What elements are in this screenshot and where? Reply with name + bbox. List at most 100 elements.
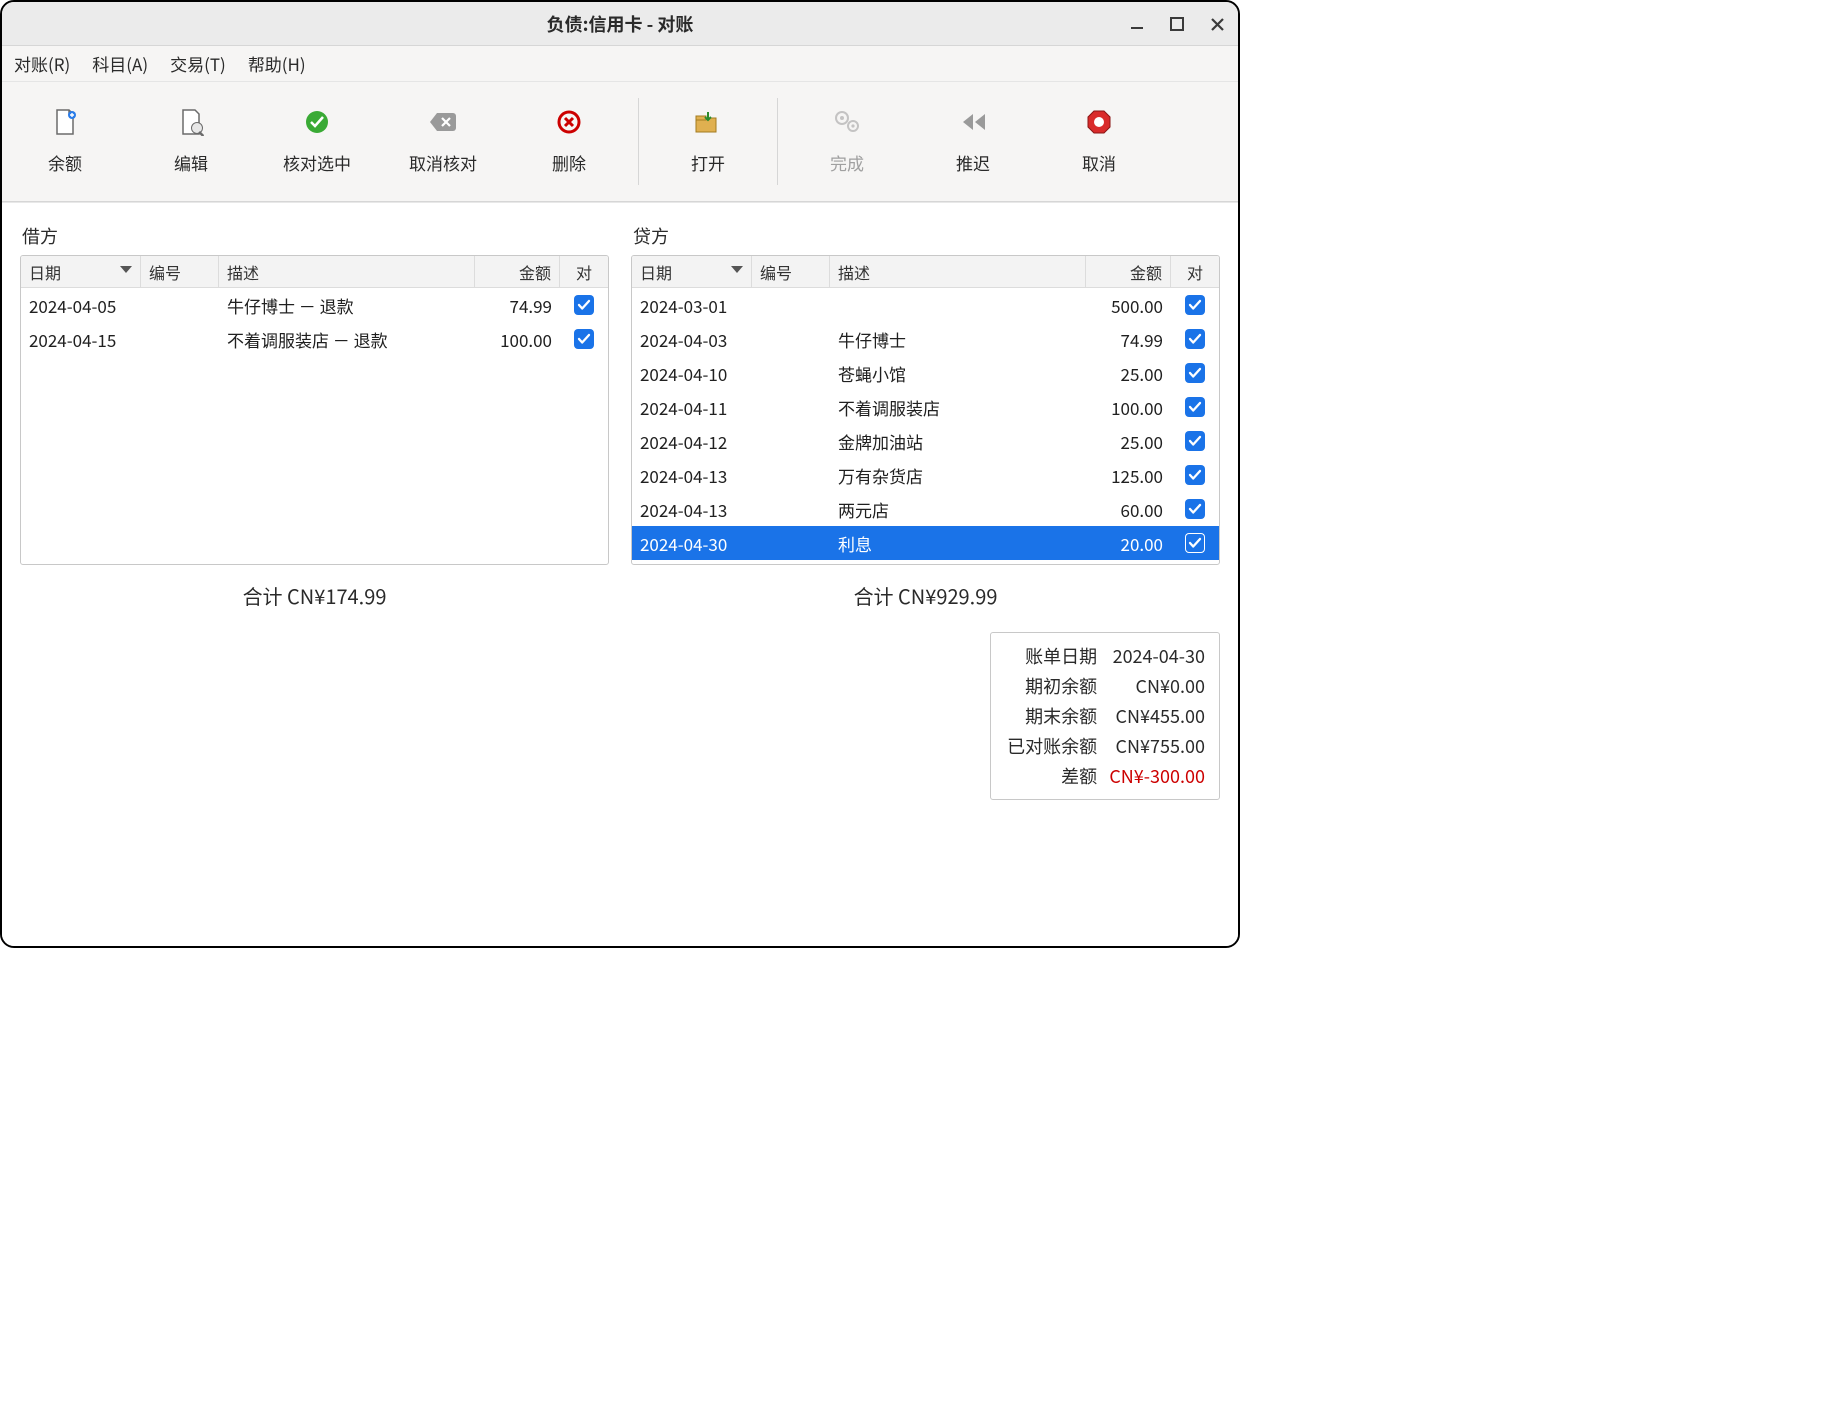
postpone-button[interactable]: 推迟 <box>910 88 1036 195</box>
reconciled-balance-label: 已对账余额 <box>1005 733 1097 759</box>
cell-date: 2024-04-13 <box>632 492 752 526</box>
cell-reconciled[interactable] <box>1171 492 1219 526</box>
cell-date: 2024-04-10 <box>632 356 752 390</box>
difference-label: 差额 <box>1005 763 1097 789</box>
table-row[interactable]: 2024-04-12金牌加油站25.00 <box>632 424 1219 458</box>
table-row[interactable]: 2024-04-05牛仔博士 － 退款74.99 <box>21 288 608 322</box>
credit-total: 合计 CN¥929.99 <box>631 581 1220 610</box>
reconcile-selection-button[interactable]: 核对选中 <box>254 88 380 195</box>
cell-amount: 74.99 <box>475 288 560 322</box>
minimize-button[interactable] <box>1126 13 1148 35</box>
cell-amount: 100.00 <box>475 322 560 356</box>
col-header-num[interactable]: 编号 <box>752 256 830 287</box>
cell-num <box>752 356 830 390</box>
col-header-date[interactable]: 日期 <box>21 256 141 287</box>
debit-total: 合计 CN¥174.99 <box>20 581 609 610</box>
checked-icon <box>1185 465 1205 485</box>
menu-help[interactable]: 帮助(H) <box>248 51 306 76</box>
menu-account[interactable]: 科目(A) <box>92 51 148 76</box>
checked-icon <box>574 329 594 349</box>
cell-desc: 万有杂货店 <box>830 458 1086 492</box>
sort-desc-icon <box>120 266 132 273</box>
cell-amount: 60.00 <box>1086 492 1171 526</box>
checked-icon <box>1185 397 1205 417</box>
statement-date-value: 2024-04-30 <box>1107 643 1205 669</box>
credit-title: 贷方 <box>631 223 1220 249</box>
cell-reconciled[interactable] <box>1171 526 1219 560</box>
toolbar: 余额 编辑 核对选中 取消核对 删除 <box>2 82 1238 202</box>
rewind-icon <box>959 108 987 136</box>
debit-grid: 日期 编号 描述 金额 对 2024-04-05牛仔博士 － 退款74.9920… <box>20 255 609 565</box>
table-row[interactable]: 2024-04-30利息20.00 <box>632 526 1219 560</box>
open-icon <box>694 108 722 136</box>
open-button[interactable]: 打开 <box>645 88 771 195</box>
toolbar-label: 完成 <box>830 150 864 175</box>
credit-pane: 贷方 日期 编号 描述 金额 对 2024-03-01500.002024-04… <box>631 223 1220 610</box>
col-header-recn[interactable]: 对 <box>560 256 608 287</box>
col-header-recn[interactable]: 对 <box>1171 256 1219 287</box>
close-button[interactable] <box>1206 13 1228 35</box>
col-header-desc[interactable]: 描述 <box>219 256 475 287</box>
debit-grid-body[interactable]: 2024-04-05牛仔博士 － 退款74.992024-04-15不着调服装店… <box>21 288 608 564</box>
titlebar: 负债:信用卡 - 对账 <box>2 2 1238 46</box>
ending-balance-value: CN¥455.00 <box>1107 703 1205 729</box>
cell-num <box>752 288 830 322</box>
checked-icon <box>1185 499 1205 519</box>
table-row[interactable]: 2024-04-13 两元店60.00 <box>632 492 1219 526</box>
cell-date: 2024-03-01 <box>632 288 752 322</box>
table-row[interactable]: 2024-04-03牛仔博士74.99 <box>632 322 1219 356</box>
table-row[interactable]: 2024-04-13 万有杂货店125.00 <box>632 458 1219 492</box>
cell-reconciled[interactable] <box>1171 390 1219 424</box>
cell-desc <box>830 288 1086 322</box>
maximize-button[interactable] <box>1166 13 1188 35</box>
col-header-date[interactable]: 日期 <box>632 256 752 287</box>
credit-grid-header: 日期 编号 描述 金额 对 <box>632 256 1219 288</box>
window-title: 负债:信用卡 - 对账 <box>547 11 694 37</box>
col-header-num[interactable]: 编号 <box>141 256 219 287</box>
cell-reconciled[interactable] <box>1171 458 1219 492</box>
cell-date: 2024-04-13 <box>632 458 752 492</box>
col-header-desc[interactable]: 描述 <box>830 256 1086 287</box>
cell-desc: 两元店 <box>830 492 1086 526</box>
cell-amount: 125.00 <box>1086 458 1171 492</box>
cell-reconciled[interactable] <box>1171 322 1219 356</box>
cell-num <box>141 288 219 322</box>
toolbar-label: 核对选中 <box>283 150 351 175</box>
gears-icon <box>833 108 861 136</box>
delete-circle-icon <box>555 108 583 136</box>
cell-desc: 金牌加油站 <box>830 424 1086 458</box>
edit-button[interactable]: 编辑 <box>128 88 254 195</box>
cell-reconciled[interactable] <box>1171 424 1219 458</box>
table-row[interactable]: 2024-04-10苍蝇小馆25.00 <box>632 356 1219 390</box>
col-header-amount[interactable]: 金额 <box>475 256 560 287</box>
content-area: 借方 日期 编号 描述 金额 对 2024-04-05牛仔博士 － 退款74.9… <box>2 202 1238 946</box>
unreconcile-button[interactable]: 取消核对 <box>380 88 506 195</box>
table-row[interactable]: 2024-04-15不着调服装店 － 退款100.00 <box>21 322 608 356</box>
cell-date: 2024-04-05 <box>21 288 141 322</box>
credit-grid-body[interactable]: 2024-03-01500.002024-04-03牛仔博士74.992024-… <box>632 288 1219 564</box>
balance-button[interactable]: 余额 <box>2 88 128 195</box>
cell-date: 2024-04-11 <box>632 390 752 424</box>
toolbar-label: 编辑 <box>174 150 208 175</box>
toolbar-separator <box>777 98 778 185</box>
cell-reconciled[interactable] <box>560 322 608 356</box>
cell-reconciled[interactable] <box>1171 356 1219 390</box>
cell-reconciled[interactable] <box>560 288 608 322</box>
cell-date: 2024-04-15 <box>21 322 141 356</box>
cell-num <box>752 458 830 492</box>
table-row[interactable]: 2024-03-01500.00 <box>632 288 1219 322</box>
checked-icon <box>1185 363 1205 383</box>
table-row[interactable]: 2024-04-11不着调服装店100.00 <box>632 390 1219 424</box>
checked-icon <box>1185 329 1205 349</box>
cell-amount: 100.00 <box>1086 390 1171 424</box>
finish-button[interactable]: 完成 <box>784 88 910 195</box>
cell-reconciled[interactable] <box>1171 288 1219 322</box>
stop-icon <box>1085 108 1113 136</box>
toolbar-label: 取消核对 <box>409 150 477 175</box>
menu-reconcile[interactable]: 对账(R) <box>14 51 70 76</box>
document-edit-icon <box>177 108 205 136</box>
col-header-amount[interactable]: 金额 <box>1086 256 1171 287</box>
menu-transaction[interactable]: 交易(T) <box>170 51 226 76</box>
cancel-button[interactable]: 取消 <box>1036 88 1162 195</box>
delete-button[interactable]: 删除 <box>506 88 632 195</box>
